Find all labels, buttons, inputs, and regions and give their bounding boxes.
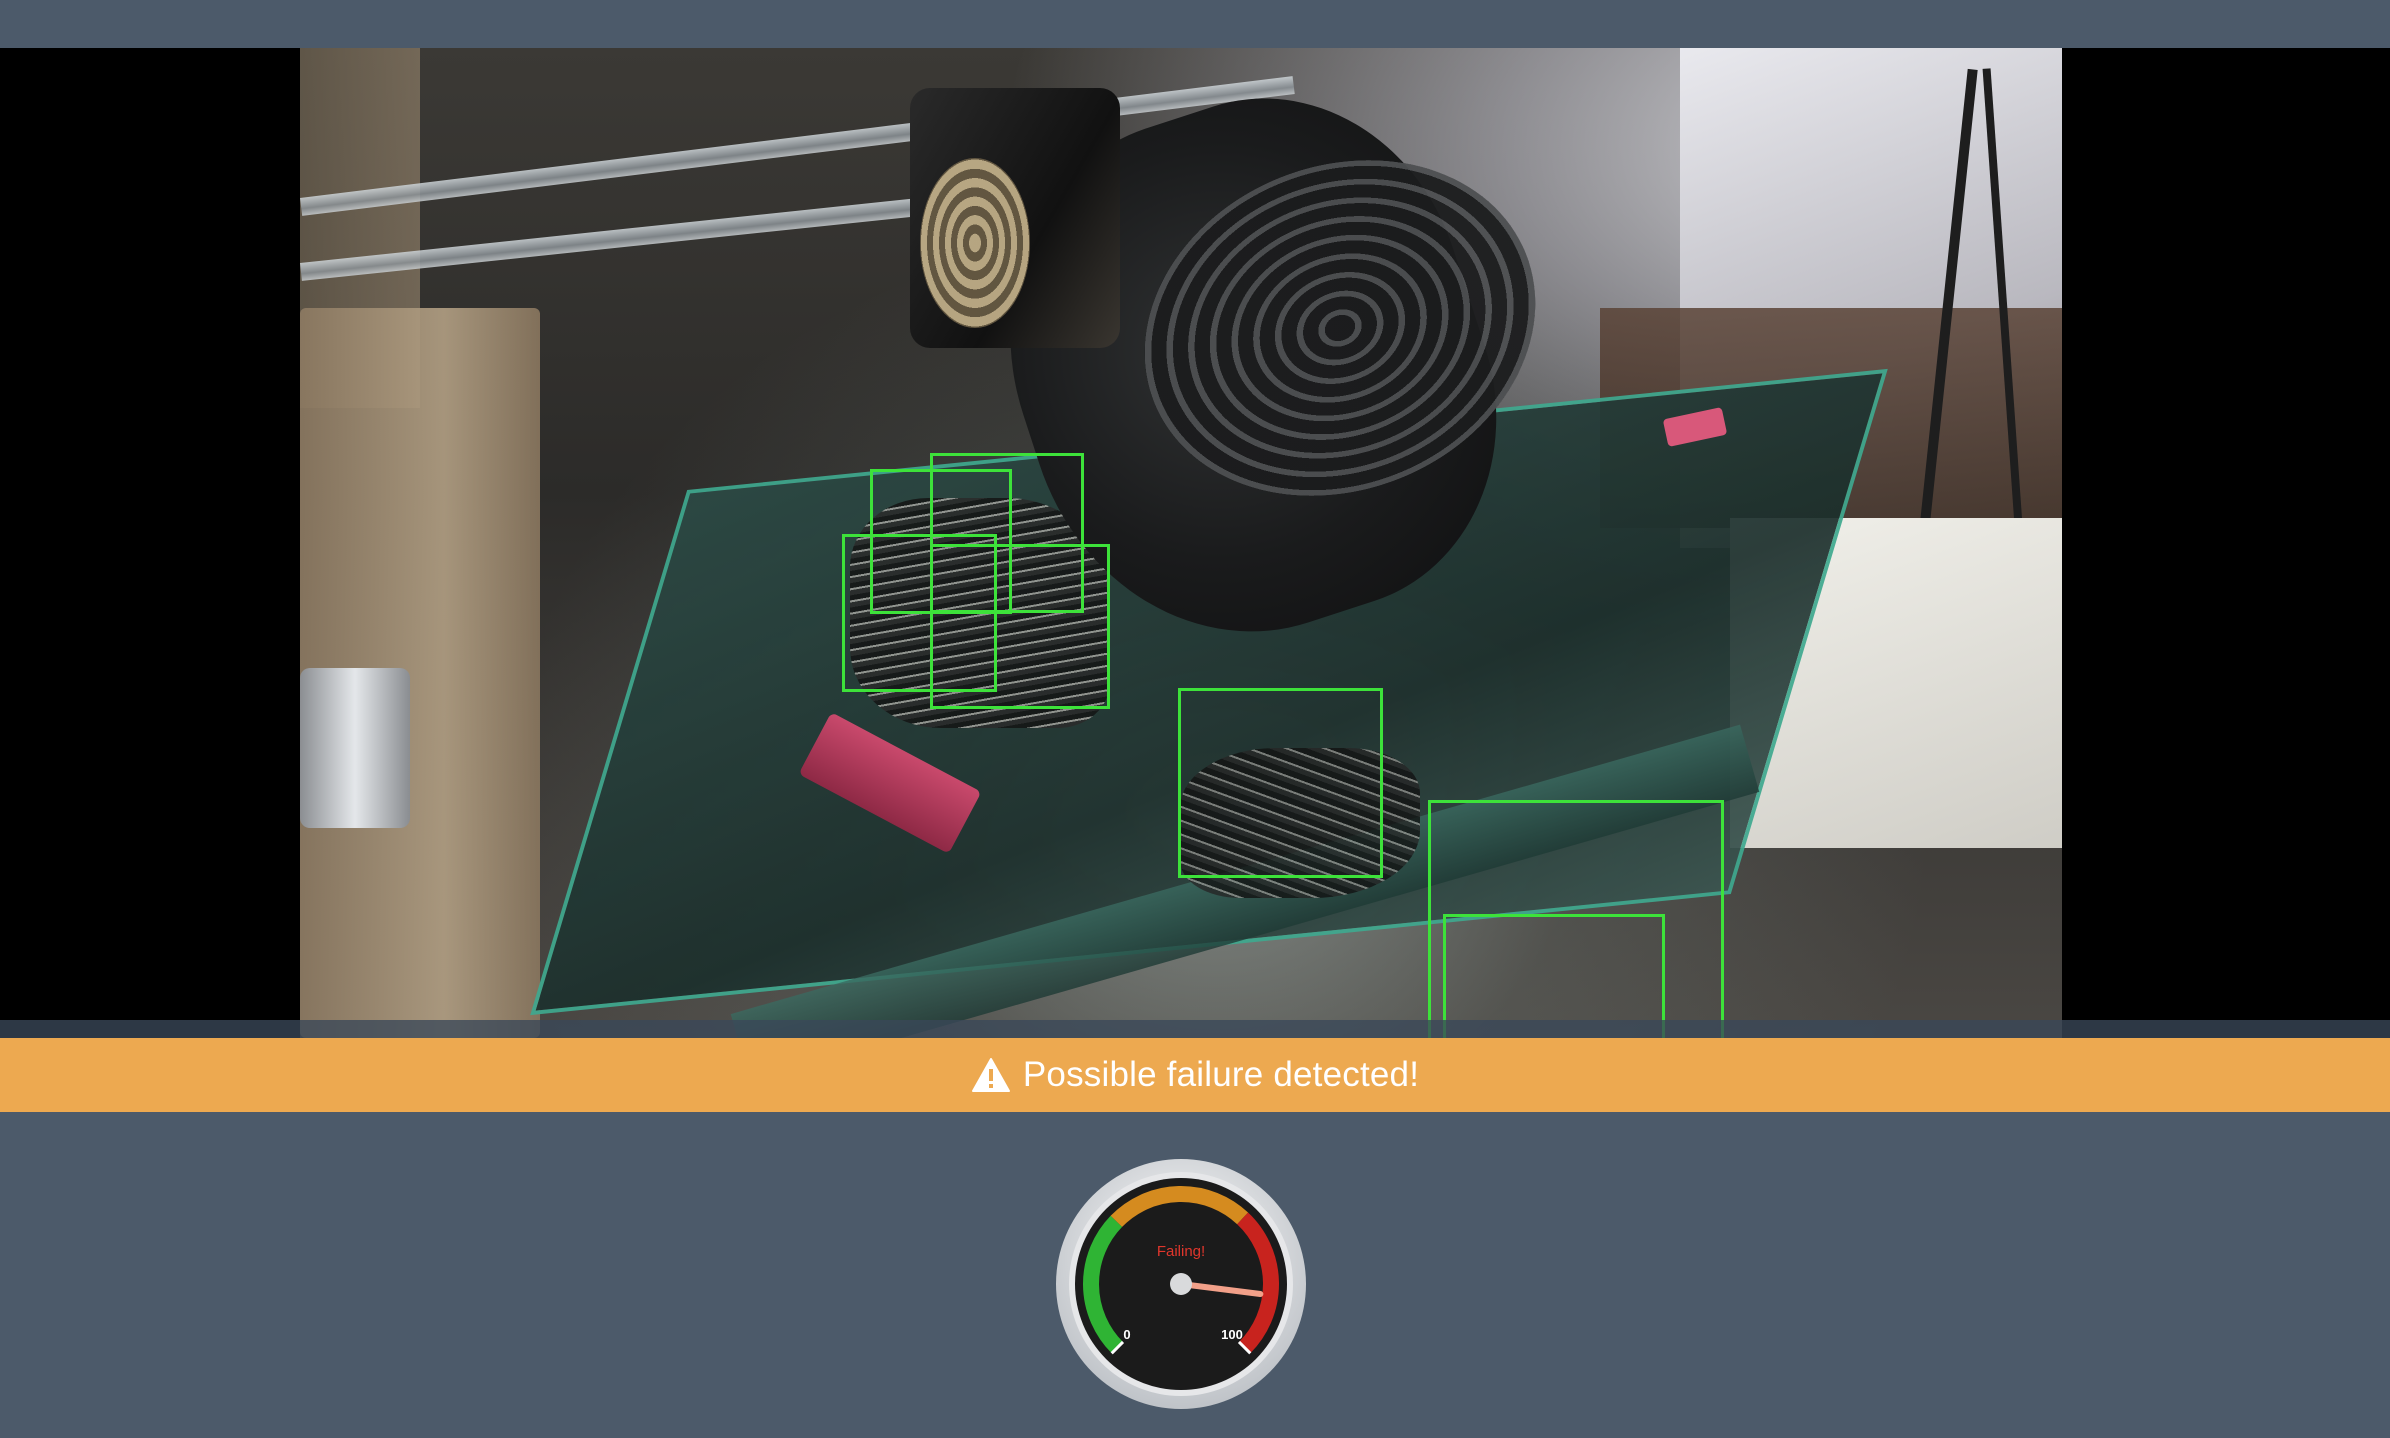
webcam-frame	[300, 48, 2062, 1038]
gauge-dial: Failing! 0 100	[1056, 1159, 1306, 1409]
failure-gauge: Failing! 0 100	[1055, 1158, 1307, 1410]
video-seek-bar[interactable]	[0, 1020, 2390, 1038]
extruder-heatsink	[920, 158, 1030, 328]
detection-box	[1178, 688, 1383, 878]
gauge-needle-hub	[1170, 1273, 1192, 1295]
gauge-status-label: Failing!	[1157, 1243, 1205, 1260]
detection-box	[930, 544, 1110, 709]
warning-triangle-icon	[971, 1058, 1010, 1092]
shaft-coupler	[300, 668, 410, 828]
top-bar	[0, 0, 2390, 48]
gauge-max-label: 100	[1221, 1327, 1243, 1342]
gauge-min-label: 0	[1123, 1327, 1130, 1342]
webcam-video-player[interactable]	[0, 48, 2390, 1038]
alert-text: Possible failure detected!	[1022, 1055, 1420, 1094]
failure-alert-banner: Possible failure detected!	[0, 1038, 2390, 1112]
